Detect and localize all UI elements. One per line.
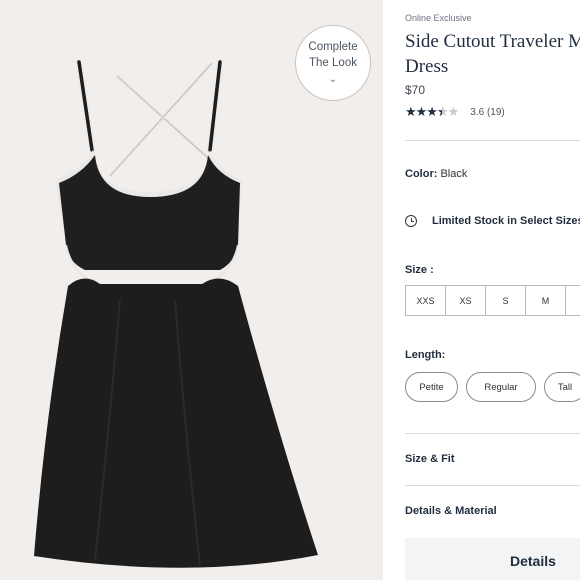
rating-stars-icon: ★★★★ ★ — [405, 104, 459, 120]
complete-the-look-button[interactable]: Complete The Look ⌄ — [295, 25, 371, 101]
complete-look-line2: The Look — [309, 57, 357, 69]
length-label: Length: — [405, 349, 446, 361]
online-exclusive-label: Online Exclusive — [405, 13, 472, 23]
divider — [405, 485, 580, 486]
length-option-petite[interactable]: Petite — [405, 372, 458, 402]
size-fit-accordion[interactable]: Size & Fit — [405, 453, 455, 465]
size-option-xxs[interactable]: XXS — [405, 285, 446, 316]
size-option-l[interactable]: L — [565, 285, 580, 316]
size-option-m[interactable]: M — [525, 285, 566, 316]
length-option-regular[interactable]: Regular — [466, 372, 536, 402]
size-option-s[interactable]: S — [485, 285, 526, 316]
color-value: Black — [440, 168, 468, 180]
details-button[interactable]: Details — [405, 538, 580, 580]
product-price: $70 — [405, 83, 426, 97]
clock-icon — [405, 215, 417, 227]
rating-text: 3.6 (19) — [470, 106, 505, 118]
details-material-accordion[interactable]: Details & Material — [405, 505, 497, 517]
divider — [405, 140, 580, 141]
product-details-panel: Online Exclusive Side Cutout Traveler Mi… — [405, 0, 580, 580]
chevron-down-icon: ⌄ — [328, 74, 338, 85]
divider — [405, 433, 580, 434]
complete-look-line1: Complete — [308, 41, 358, 53]
stock-notice: Limited Stock in Select Sizes — [405, 215, 580, 227]
color-row: Color: Black — [405, 168, 467, 180]
stock-text: Limited Stock in Select Sizes — [432, 215, 580, 227]
rating-row[interactable]: ★★★★★ 3.6 (19) — [405, 104, 505, 120]
product-title: Side Cutout Traveler Mini Dress — [405, 31, 580, 77]
length-selector: Petite Regular Tall — [405, 372, 580, 402]
size-label: Size : — [405, 264, 434, 276]
product-image-panel: Complete The Look ⌄ — [0, 0, 383, 580]
size-selector: XXS XS S M L — [405, 285, 580, 316]
size-option-xs[interactable]: XS — [445, 285, 486, 316]
color-label: Color: — [405, 168, 438, 180]
length-option-tall[interactable]: Tall — [544, 372, 580, 402]
